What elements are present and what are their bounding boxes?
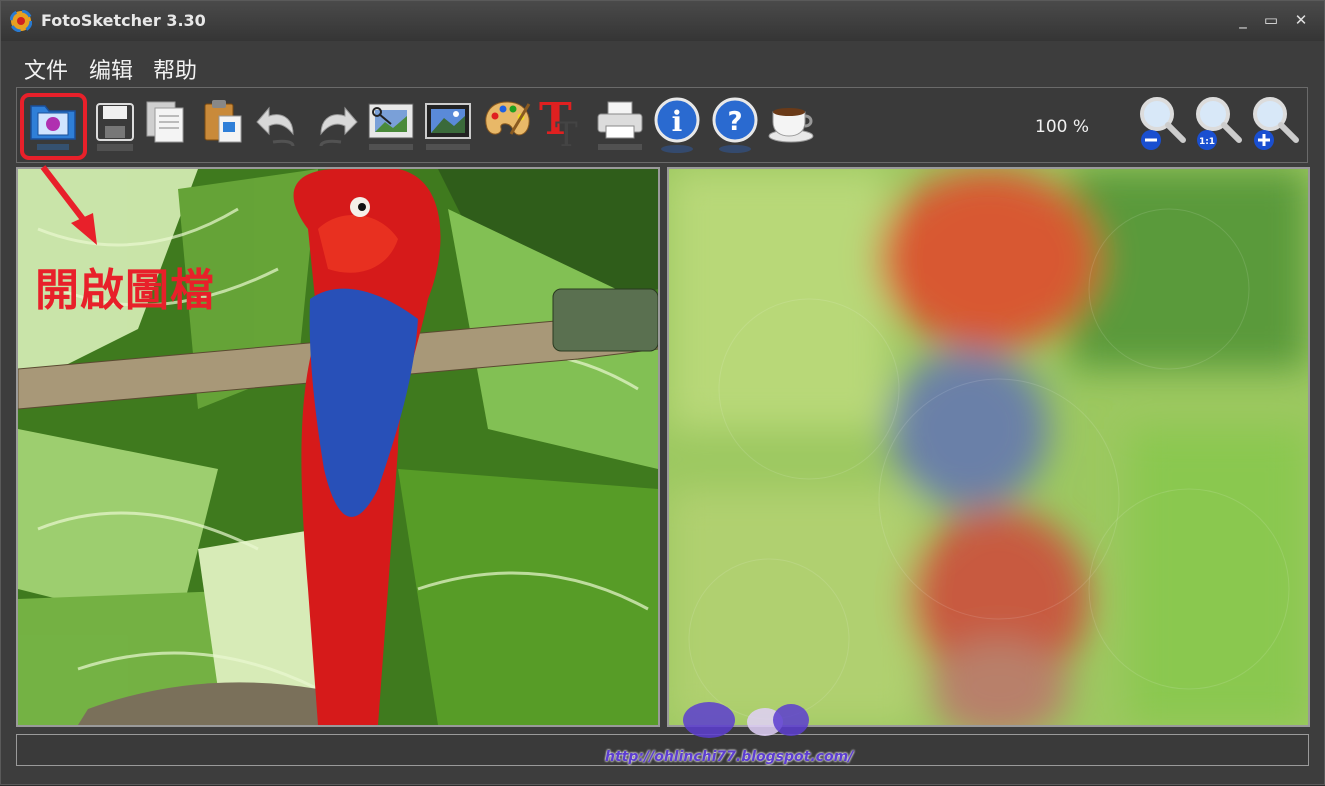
palette-button[interactable]: [481, 94, 533, 156]
sketch-preview: [669, 169, 1308, 725]
help-button[interactable]: ?: [709, 94, 761, 156]
original-image-pane[interactable]: [16, 167, 660, 727]
paint-palette-icon: [485, 101, 531, 136]
paste-button[interactable]: [197, 94, 249, 156]
sketch-result-pane[interactable]: [667, 167, 1310, 727]
clipboard-paste-icon: [204, 100, 242, 143]
help-icon: ?: [712, 97, 758, 153]
text-T-icon: T T: [539, 94, 578, 155]
svg-text:1:1: 1:1: [1199, 137, 1215, 147]
toolbar: T T i ? 100 % 1:1: [16, 87, 1308, 163]
picture-frame-icon: [425, 103, 471, 150]
parrot-photo: [18, 169, 658, 725]
coffee-cup-icon: [768, 108, 814, 143]
close-button[interactable]: ✕: [1289, 9, 1313, 31]
info-button[interactable]: i: [651, 94, 703, 156]
watermark-url: http://ohlinchi77.blogspot.com/: [605, 749, 854, 765]
zoom-in-button[interactable]: [1250, 94, 1302, 156]
crop-button[interactable]: [365, 94, 417, 156]
coffee-button[interactable]: [765, 94, 817, 156]
undo-button[interactable]: [253, 94, 305, 156]
menu-edit[interactable]: 编辑: [89, 53, 133, 85]
watermark-logo-icon: [683, 702, 809, 738]
menu-bar: 文件 编辑 帮助: [1, 49, 1324, 85]
floppy-disk-icon: [96, 103, 134, 151]
zoom-out-button[interactable]: [1137, 94, 1189, 156]
redo-arrow-icon: [319, 106, 358, 147]
fotosketcher-logo-icon: [10, 10, 32, 32]
zoom-fit-button[interactable]: 1:1: [1193, 94, 1245, 156]
minimize-button[interactable]: _: [1231, 9, 1255, 31]
maximize-button[interactable]: ▭: [1259, 9, 1283, 31]
undo-arrow-icon: [256, 106, 295, 147]
redo-button[interactable]: [309, 94, 361, 156]
text-button[interactable]: T T: [537, 94, 589, 156]
zoom-in-icon: [1253, 97, 1299, 150]
zoom-out-icon: [1140, 97, 1186, 150]
printer-icon: [597, 101, 643, 150]
svg-text:T: T: [555, 115, 578, 155]
save-button[interactable]: [89, 94, 141, 156]
menu-file[interactable]: 文件: [24, 53, 68, 85]
window-title: FotoSketcher 3.30: [41, 11, 206, 30]
open-image-annotation: 開啟圖檔: [35, 265, 215, 316]
zoom-fit-icon: 1:1: [1196, 97, 1242, 150]
title-bar[interactable]: FotoSketcher 3.30 _ ▭ ✕: [1, 1, 1324, 41]
print-button[interactable]: [594, 94, 646, 156]
svg-text:i: i: [672, 105, 683, 138]
info-icon: i: [654, 97, 700, 153]
copy-icon: [146, 101, 184, 143]
frame-button[interactable]: [422, 94, 474, 156]
open-folder-icon: [30, 105, 76, 150]
app-window: FotoSketcher 3.30 _ ▭ ✕ 文件 编辑 帮助 T T i ?…: [0, 0, 1325, 785]
scissors-film-icon: [368, 103, 414, 150]
copy-button[interactable]: [141, 94, 193, 156]
zoom-level: 100 %: [1035, 117, 1090, 137]
svg-text:?: ?: [727, 107, 742, 137]
menu-help[interactable]: 帮助: [153, 53, 197, 85]
open-image-button[interactable]: [27, 94, 79, 156]
